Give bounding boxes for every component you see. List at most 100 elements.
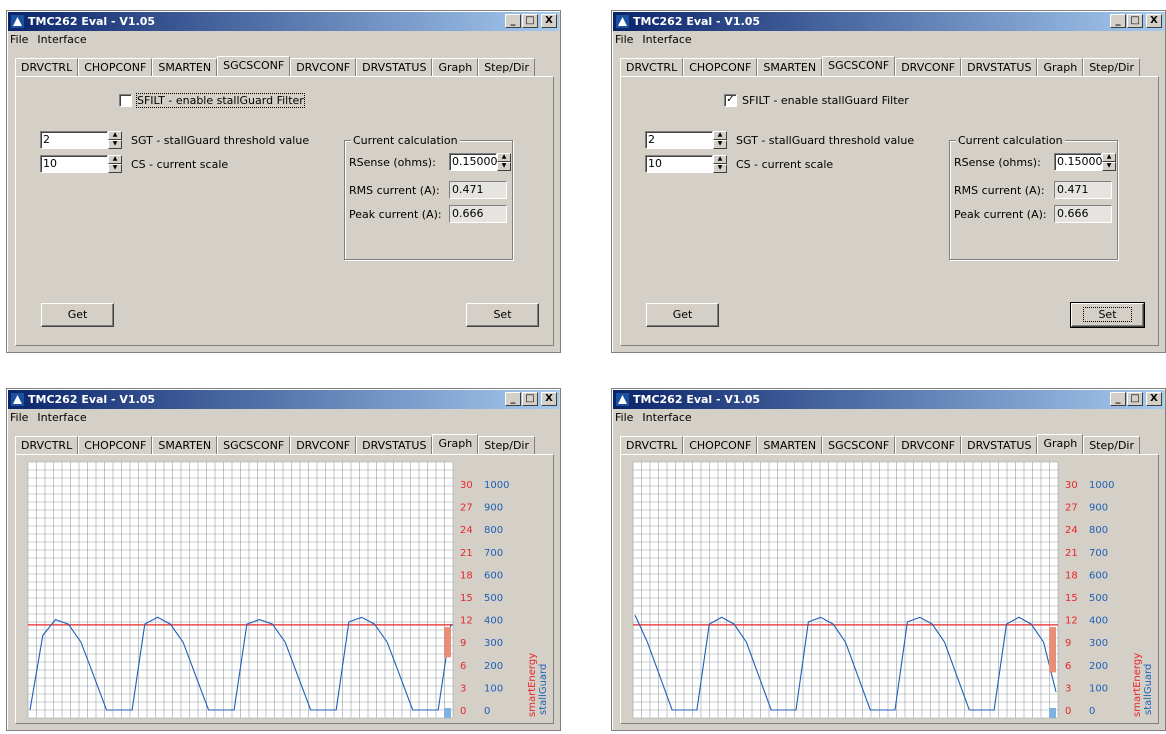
menu-interface[interactable]: Interface bbox=[37, 33, 86, 49]
peak-value: 0.666 bbox=[1054, 205, 1112, 223]
minimize-button[interactable]: _ bbox=[1110, 392, 1126, 406]
menu-file[interactable]: File bbox=[615, 33, 633, 49]
peak-label: Peak current (A): bbox=[954, 207, 1047, 221]
cs-input[interactable]: 10 bbox=[645, 155, 713, 173]
tab-drvconf[interactable]: DRVCONF bbox=[895, 436, 962, 454]
menu-interface[interactable]: Interface bbox=[642, 411, 691, 427]
set-button[interactable]: Set bbox=[466, 303, 539, 327]
sg-tick-label: 600 bbox=[484, 570, 503, 581]
tab-drvconf[interactable]: DRVCONF bbox=[290, 436, 357, 454]
minimize-button[interactable]: _ bbox=[505, 392, 521, 406]
rsense-label: RSense (ohms): bbox=[954, 155, 1041, 169]
minimize-button[interactable]: _ bbox=[505, 14, 521, 28]
window-title: TMC262 Eval - V1.05 bbox=[633, 15, 761, 28]
se-tick-label: 30 bbox=[1065, 480, 1078, 491]
maximize-button[interactable]: □ bbox=[522, 14, 538, 28]
se-tick-label: 27 bbox=[1065, 503, 1078, 514]
tab-step-dir[interactable]: Step/Dir bbox=[478, 58, 535, 76]
sgt-spinner[interactable]: ▲ ▼ bbox=[108, 131, 122, 149]
cs-spinner[interactable]: ▲ ▼ bbox=[713, 155, 727, 173]
title-bar[interactable]: TMC262 Eval - V1.05 _ □ X bbox=[613, 12, 1164, 31]
title-bar[interactable]: TMC262 Eval - V1.05 _ □ X bbox=[8, 390, 559, 409]
se-tick-label: 30 bbox=[460, 480, 473, 491]
tab-step-dir[interactable]: Step/Dir bbox=[478, 436, 535, 454]
menu-file[interactable]: File bbox=[615, 411, 633, 427]
tab-chopconf[interactable]: CHOPCONF bbox=[683, 436, 758, 454]
minimize-button[interactable]: _ bbox=[1110, 14, 1126, 28]
sgt-input[interactable]: 2 bbox=[645, 131, 713, 149]
rsense-spinner[interactable]: ▲ ▼ bbox=[497, 153, 511, 171]
tab-smarten[interactable]: SMARTEN bbox=[757, 58, 823, 76]
tab-chopconf[interactable]: CHOPCONF bbox=[78, 436, 153, 454]
se-tick-label: 0 bbox=[1065, 706, 1071, 717]
close-button[interactable]: X bbox=[541, 14, 557, 28]
tab-sgcsconf[interactable]: SGCSCONF bbox=[822, 436, 896, 454]
tab-drvconf[interactable]: DRVCONF bbox=[895, 58, 962, 76]
tab-graph[interactable]: Graph bbox=[1037, 58, 1084, 76]
stallguard-axis-label: stallGuard bbox=[538, 664, 549, 715]
tab-drvctrl[interactable]: DRVCTRL bbox=[620, 436, 684, 454]
tab-smarten[interactable]: SMARTEN bbox=[757, 436, 823, 454]
cs-input[interactable]: 10 bbox=[40, 155, 108, 173]
tab-step-dir[interactable]: Step/Dir bbox=[1083, 436, 1140, 454]
menu-interface[interactable]: Interface bbox=[642, 33, 691, 49]
tab-drvconf[interactable]: DRVCONF bbox=[290, 58, 357, 76]
set-button[interactable]: Set bbox=[1070, 302, 1145, 328]
smart-energy-axis-label: smartEnergy bbox=[527, 653, 538, 717]
rsense-input[interactable]: 0.15000 bbox=[449, 153, 498, 171]
sgt-input[interactable]: 2 bbox=[40, 131, 108, 149]
app-icon bbox=[11, 393, 24, 406]
tab-step-dir[interactable]: Step/Dir bbox=[1083, 58, 1140, 76]
tab-drvstatus[interactable]: DRVSTATUS bbox=[356, 436, 433, 454]
get-button[interactable]: Get bbox=[41, 303, 114, 327]
close-button[interactable]: X bbox=[1146, 14, 1162, 28]
title-bar[interactable]: TMC262 Eval - V1.05 _ □ X bbox=[8, 12, 559, 31]
tab-smarten[interactable]: SMARTEN bbox=[152, 58, 218, 76]
tab-drvstatus[interactable]: DRVSTATUS bbox=[961, 58, 1038, 76]
maximize-button[interactable]: □ bbox=[1127, 14, 1143, 28]
graph-panel: 30 1000 27 900 24 800 21 700 18 600 15 500 12 400 9 300… bbox=[620, 454, 1159, 724]
sg-tick-label: 700 bbox=[484, 548, 503, 559]
se-tick-label: 18 bbox=[1065, 570, 1078, 581]
tab-drvctrl[interactable]: DRVCTRL bbox=[620, 58, 684, 76]
app-icon bbox=[616, 393, 629, 406]
tab-sgcsconf[interactable]: SGCSCONF bbox=[217, 56, 291, 76]
tab-drvstatus[interactable]: DRVSTATUS bbox=[356, 58, 433, 76]
cs-spinner[interactable]: ▲ ▼ bbox=[108, 155, 122, 173]
sfilt-checkbox[interactable] bbox=[119, 94, 132, 107]
rsense-spinner[interactable]: ▲ ▼ bbox=[1102, 153, 1116, 171]
sgt-spinner[interactable]: ▲ ▼ bbox=[713, 131, 727, 149]
rsense-input[interactable]: 0.15000 bbox=[1054, 153, 1103, 171]
tab-graph[interactable]: Graph bbox=[1037, 434, 1084, 454]
sg-tick-label: 800 bbox=[1089, 525, 1108, 536]
tab-drvstatus[interactable]: DRVSTATUS bbox=[961, 436, 1038, 454]
smart-energy-axis-label: smartEnergy bbox=[1132, 653, 1143, 717]
menu-interface[interactable]: Interface bbox=[37, 411, 86, 427]
sgcsconf-panel: ✓ SFILT - enable stallGuard Filter 2 ▲ ▼ … bbox=[620, 76, 1159, 346]
se-tick-label: 6 bbox=[460, 661, 466, 672]
get-button[interactable]: Get bbox=[646, 303, 719, 327]
maximize-button[interactable]: □ bbox=[522, 392, 538, 406]
sg-tick-label: 1000 bbox=[484, 480, 509, 491]
menu-file[interactable]: File bbox=[10, 33, 28, 49]
tab-graph[interactable]: Graph bbox=[432, 434, 479, 454]
close-button[interactable]: X bbox=[1146, 392, 1162, 406]
title-bar[interactable]: TMC262 Eval - V1.05 _ □ X bbox=[613, 390, 1164, 409]
tab-smarten[interactable]: SMARTEN bbox=[152, 436, 218, 454]
window-sgcsconf-2: TMC262 Eval - V1.05 _ □ X File Interface… bbox=[611, 10, 1166, 353]
tab-sgcsconf[interactable]: SGCSCONF bbox=[822, 56, 896, 76]
sfilt-checkbox[interactable]: ✓ bbox=[724, 94, 737, 107]
tab-chopconf[interactable]: CHOPCONF bbox=[78, 58, 153, 76]
tab-drvctrl[interactable]: DRVCTRL bbox=[15, 436, 79, 454]
sg-tick-label: 100 bbox=[1089, 683, 1108, 694]
close-button[interactable]: X bbox=[541, 392, 557, 406]
menu-file[interactable]: File bbox=[10, 411, 28, 427]
tab-chopconf[interactable]: CHOPCONF bbox=[683, 58, 758, 76]
maximize-button[interactable]: □ bbox=[1127, 392, 1143, 406]
tab-drvctrl[interactable]: DRVCTRL bbox=[15, 58, 79, 76]
se-tick-label: 21 bbox=[460, 548, 473, 559]
se-tick-label: 18 bbox=[460, 570, 473, 581]
tab-graph[interactable]: Graph bbox=[432, 58, 479, 76]
se-tick-label: 12 bbox=[1065, 616, 1078, 627]
tab-sgcsconf[interactable]: SGCSCONF bbox=[217, 436, 291, 454]
